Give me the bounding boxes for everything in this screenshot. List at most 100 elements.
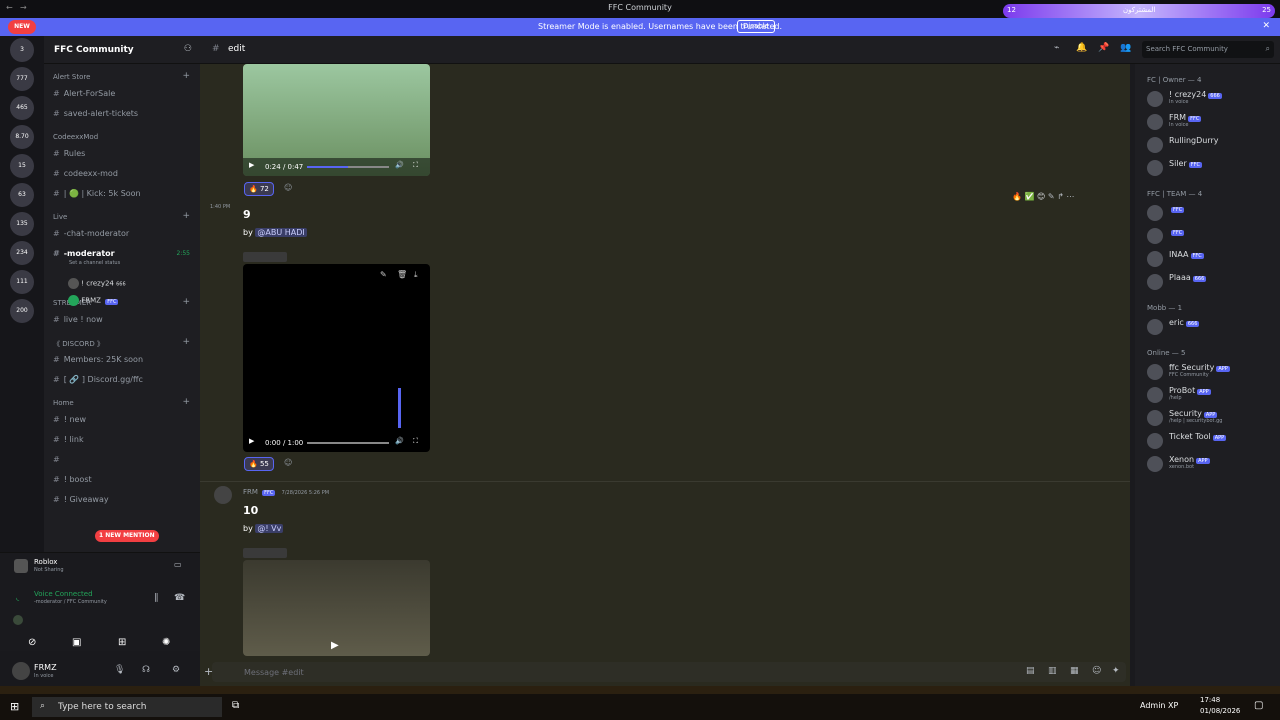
member-item[interactable]: RullingDurry: [1147, 136, 1277, 154]
channel-category[interactable]: Alert Store: [53, 73, 90, 81]
add-channel-icon[interactable]: +: [182, 71, 190, 81]
new-mention-pill[interactable]: 1 NEW MENTION: [95, 530, 159, 542]
voice-channel[interactable]: -moderator / FFC Community: [34, 599, 107, 605]
avatar[interactable]: [214, 486, 232, 504]
settings-gear-icon[interactable]: ⚙: [172, 665, 180, 675]
gif-icon[interactable]: ▥: [1048, 666, 1057, 676]
member-item[interactable]: eric 666: [1147, 318, 1277, 336]
channel-item[interactable]: #! link: [53, 435, 84, 444]
subscribers-badge[interactable]: 12 المشتركون 25: [1003, 4, 1275, 18]
add-reaction-icon[interactable]: ☺: [284, 183, 292, 192]
reply-icon[interactable]: ↱: [1057, 192, 1064, 201]
add-channel-icon[interactable]: +: [182, 211, 190, 221]
channel-item[interactable]: # Rules: [53, 149, 85, 158]
reaction[interactable]: 🔥 55: [244, 457, 274, 471]
more-icon[interactable]: ⋯: [1066, 192, 1074, 201]
delete-icon[interactable]: 🗑: [397, 270, 407, 279]
server-icon[interactable]: 465: [10, 96, 34, 120]
task-view-icon[interactable]: ⧉: [232, 700, 239, 711]
server-icon[interactable]: 111: [10, 270, 34, 294]
windows-start-icon[interactable]: ⊞: [10, 700, 19, 713]
gift-icon[interactable]: ▤: [1026, 666, 1035, 676]
play-icon[interactable]: ▶: [249, 161, 254, 169]
server-icon[interactable]: 3: [10, 38, 34, 62]
react-fire-icon[interactable]: 🔥: [1012, 192, 1022, 201]
member-item[interactable]: ! crezy24 666 In voice: [1147, 90, 1277, 108]
avatar[interactable]: [12, 662, 30, 680]
pin-icon[interactable]: 📌: [1098, 43, 1109, 53]
fullscreen-icon[interactable]: ⛶: [413, 437, 418, 446]
channel-status[interactable]: Set a channel status: [69, 260, 120, 266]
server-icon[interactable]: 63: [10, 183, 34, 207]
voice-user[interactable]: ! crezy24 666: [68, 278, 198, 295]
attach-plus-icon[interactable]: +: [204, 665, 213, 678]
video-progress[interactable]: [307, 442, 389, 444]
server-icon[interactable]: 200: [10, 299, 34, 323]
channel-item[interactable]: #: [53, 455, 64, 464]
activities-icon[interactable]: ⊞: [118, 637, 126, 648]
react-check-icon[interactable]: ✅: [1025, 192, 1035, 201]
message-author[interactable]: FRM: [243, 488, 258, 496]
members-icon[interactable]: 👥: [1120, 43, 1131, 53]
fullscreen-icon[interactable]: ⛶: [413, 161, 418, 170]
play-icon[interactable]: ▶: [331, 640, 339, 651]
member-item[interactable]: ProBot APP/help: [1147, 386, 1277, 404]
channel-category[interactable]: CodeexxMod: [53, 133, 98, 141]
screen-share-icon[interactable]: ▣: [72, 637, 81, 648]
member-item[interactable]: Xenon APP xenon.bot: [1147, 455, 1277, 473]
channel-item[interactable]: # | 🟢 | Kick: 5k Soon: [53, 189, 141, 198]
add-friend-icon[interactable]: ⚇: [184, 44, 192, 54]
user-mention[interactable]: @! Vv: [255, 524, 284, 533]
disconnect-icon[interactable]: ☎: [174, 593, 185, 603]
mic-icon[interactable]: 🎙: [114, 665, 125, 675]
channel-item[interactable]: # Members: 25K soon: [53, 355, 143, 364]
threads-icon[interactable]: ⌁: [1054, 43, 1059, 53]
channel-item[interactable]: # -chat-moderator: [53, 229, 129, 238]
react-smile-icon[interactable]: 😊: [1037, 192, 1045, 201]
volume-icon[interactable]: 🔊: [395, 437, 404, 445]
channel-item[interactable]: #! Giveaway: [53, 495, 109, 504]
member-item[interactable]: FRM FFC In voice: [1147, 113, 1277, 131]
disable-button[interactable]: Disable: [737, 20, 775, 33]
server-icon[interactable]: 15: [10, 154, 34, 178]
camera-off-icon[interactable]: ⊘: [28, 637, 36, 648]
reaction[interactable]: 🔥 72: [244, 182, 274, 196]
notification-icon[interactable]: ▢: [1254, 700, 1263, 711]
channel-item[interactable]: # -moderator: [53, 249, 115, 258]
bell-icon[interactable]: 🔔: [1076, 43, 1087, 53]
stream-icon[interactable]: ▭: [174, 560, 182, 569]
download-icon[interactable]: ⤓: [414, 270, 418, 280]
add-reaction-icon[interactable]: ☺: [284, 458, 292, 467]
headphones-icon[interactable]: ☊: [142, 665, 150, 675]
add-channel-icon[interactable]: +: [182, 397, 190, 407]
volume-slider[interactable]: [398, 388, 401, 428]
member-item[interactable]: ffc Security APP FFC Community: [1147, 363, 1277, 381]
channel-item[interactable]: # saved-alert-tickets: [53, 109, 138, 118]
member-item[interactable]: INAA FFC: [1147, 250, 1277, 268]
video-player[interactable]: ✎ 🗑 ⤓ ▶ 0:00 / 1:00 🔊 ⛶: [243, 264, 430, 452]
server-icon[interactable]: 234: [10, 241, 34, 265]
user-mention[interactable]: @ABU HADI: [255, 228, 307, 237]
server-icon[interactable]: 135: [10, 212, 34, 236]
member-item[interactable]: Ticket Tool APP: [1147, 432, 1277, 450]
video-player[interactable]: ▶: [243, 560, 430, 656]
server-header[interactable]: FFC Community ⚇: [44, 36, 200, 64]
edit-icon[interactable]: ✎: [380, 270, 387, 279]
video-progress[interactable]: [307, 166, 389, 168]
channel-item[interactable]: #! new: [53, 415, 86, 424]
spoiler-tag[interactable]: [243, 252, 287, 262]
channel-category[interactable]: Home: [53, 399, 74, 407]
channel-item[interactable]: # Alert-ForSale: [53, 89, 115, 98]
member-item[interactable]: Security APP/help | securitybot.gg: [1147, 409, 1277, 427]
member-item[interactable]: Siler FFC: [1147, 159, 1277, 177]
apps-icon[interactable]: ✦: [1112, 666, 1120, 676]
search-box[interactable]: Search FFC Community ⌕: [1142, 41, 1274, 58]
channel-item[interactable]: # codeexx-mod: [53, 169, 118, 178]
channel-category[interactable]: Live: [53, 213, 67, 221]
voice-user[interactable]: FRMZ FFC: [68, 295, 198, 312]
server-icon[interactable]: 8.70: [10, 125, 34, 149]
taskbar-search[interactable]: ⌕ Type here to search: [32, 697, 222, 717]
member-item[interactable]: Plaaa 666: [1147, 273, 1277, 291]
sticker-icon[interactable]: ▦: [1070, 666, 1079, 676]
play-icon[interactable]: ▶: [249, 437, 254, 445]
